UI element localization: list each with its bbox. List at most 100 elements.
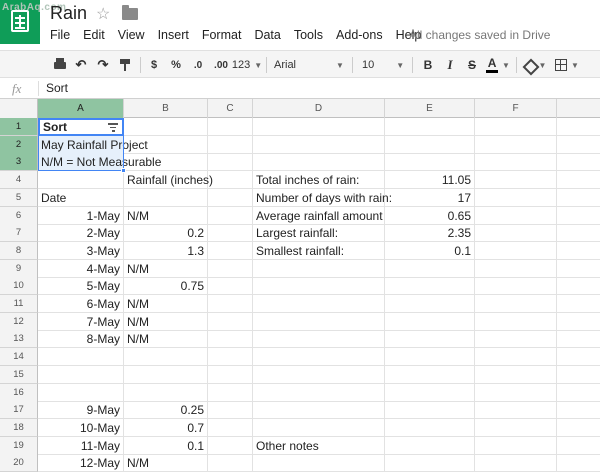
cell-d[interactable] [253, 118, 385, 136]
cell-d[interactable] [253, 401, 385, 420]
row-header[interactable]: 18 [0, 418, 38, 437]
cell-c[interactable] [208, 295, 253, 313]
cell-a[interactable]: 1-May [38, 206, 124, 225]
menu-file[interactable]: File [50, 28, 70, 44]
cell-d[interactable] [253, 330, 385, 349]
cell-e[interactable] [385, 365, 475, 384]
cell-g[interactable] [557, 224, 600, 243]
cell-f[interactable] [475, 312, 557, 331]
cell-a[interactable]: Date [38, 188, 124, 207]
menu-addons[interactable]: Add-ons [336, 28, 383, 44]
column-header-f[interactable]: F [475, 99, 557, 118]
cell-g[interactable] [557, 313, 600, 331]
strikethrough-button[interactable]: S [464, 56, 480, 74]
document-title[interactable]: Rain [50, 3, 87, 24]
row-header[interactable]: 6 [0, 206, 38, 225]
cell-a[interactable]: 11-May [38, 436, 124, 455]
cell-c[interactable] [208, 454, 253, 472]
redo-icon[interactable]: ↷ [94, 56, 112, 74]
cell-c[interactable] [208, 383, 253, 402]
cell-b[interactable]: N/M [124, 330, 208, 349]
cell-g[interactable] [557, 454, 600, 472]
cell-f[interactable] [475, 188, 557, 207]
cell-b[interactable]: N/M [124, 295, 208, 313]
row-header[interactable]: 20 [0, 454, 38, 472]
cell-e[interactable] [385, 259, 475, 278]
cell-g[interactable] [557, 189, 600, 207]
cell-g[interactable] [557, 384, 600, 402]
cell-b[interactable]: N/M [124, 206, 208, 225]
font-size-select[interactable]: 10 ▼ [360, 56, 408, 74]
cell-b[interactable]: 0.1 [124, 436, 208, 455]
cell-e[interactable]: 0.1 [385, 241, 475, 260]
cell-c[interactable] [208, 188, 253, 207]
cell-c[interactable] [208, 348, 253, 367]
cell-f[interactable] [475, 206, 557, 225]
cell-g[interactable] [557, 348, 600, 367]
menu-tools[interactable]: Tools [294, 28, 323, 44]
cell-c[interactable] [208, 241, 253, 260]
cell-a[interactable] [38, 171, 124, 190]
cell-b[interactable]: Rainfall (inches) [124, 171, 213, 190]
cell-b[interactable] [124, 135, 208, 154]
cell-e[interactable] [385, 295, 475, 313]
row-header[interactable]: 1 [0, 118, 38, 136]
menu-data[interactable]: Data [254, 28, 280, 44]
cell-b[interactable] [124, 383, 208, 402]
cell-b[interactable] [124, 188, 208, 207]
paint-format-icon[interactable] [116, 56, 134, 74]
cell-d[interactable]: Total inches of rain: [253, 171, 385, 190]
cell-e[interactable] [385, 135, 475, 154]
active-cell-a1[interactable]: Sort [38, 118, 124, 136]
cell-b[interactable]: N/M [124, 312, 208, 331]
cell-e[interactable] [385, 436, 475, 455]
row-header[interactable]: 19 [0, 436, 38, 455]
cell-a[interactable]: 2-May [38, 224, 124, 243]
row-header[interactable]: 5 [0, 188, 38, 207]
cell-c[interactable] [208, 259, 253, 278]
cell-a[interactable] [38, 348, 124, 367]
cell-e[interactable] [385, 401, 475, 420]
cell-d[interactable] [253, 153, 385, 172]
cell-d[interactable] [253, 383, 385, 402]
cell-g[interactable] [557, 401, 600, 420]
cell-e[interactable] [385, 418, 475, 437]
cell-a[interactable]: 7-May [38, 312, 124, 331]
cell-c[interactable] [208, 224, 253, 243]
cell-c[interactable] [208, 436, 253, 455]
cell-a[interactable] [38, 383, 124, 402]
cell-b[interactable]: 0.25 [124, 401, 208, 420]
increase-decimal-button[interactable]: .00 [210, 56, 232, 74]
cell-f[interactable] [475, 259, 557, 278]
save-status[interactable]: All changes saved in Drive [409, 28, 550, 42]
cell-c[interactable] [208, 118, 253, 136]
decrease-decimal-button[interactable]: .0 [188, 56, 208, 74]
cell-c[interactable] [208, 153, 253, 172]
row-header[interactable]: 16 [0, 383, 38, 402]
cell-f[interactable] [475, 418, 557, 437]
cell-b[interactable] [124, 118, 208, 136]
star-icon[interactable]: ☆ [96, 4, 110, 24]
cell-d[interactable] [253, 365, 385, 384]
row-header[interactable]: 13 [0, 330, 38, 349]
cell-c[interactable] [208, 171, 253, 190]
cell-d[interactable] [253, 277, 385, 296]
row-header[interactable]: 7 [0, 224, 38, 243]
cell-d[interactable] [253, 348, 385, 367]
cell-c[interactable] [208, 330, 253, 349]
menu-insert[interactable]: Insert [158, 28, 189, 44]
cell-a[interactable]: 10-May [38, 418, 124, 437]
row-header[interactable]: 17 [0, 401, 38, 420]
cell-a[interactable]: May Rainfall Project [38, 135, 148, 154]
cell-f[interactable] [475, 330, 557, 349]
cell-g[interactable] [557, 277, 600, 296]
cell-d[interactable]: Average rainfall amount [253, 206, 385, 225]
cell-f[interactable] [475, 383, 557, 402]
cell-d[interactable]: Smallest rainfall: [253, 241, 385, 260]
cell-c[interactable] [208, 312, 253, 331]
cell-c[interactable] [208, 418, 253, 437]
cell-g[interactable] [557, 437, 600, 455]
cell-b[interactable]: 0.2 [124, 224, 208, 243]
font-family-select[interactable]: Arial ▼ [272, 56, 348, 74]
cell-g[interactable] [557, 366, 600, 384]
